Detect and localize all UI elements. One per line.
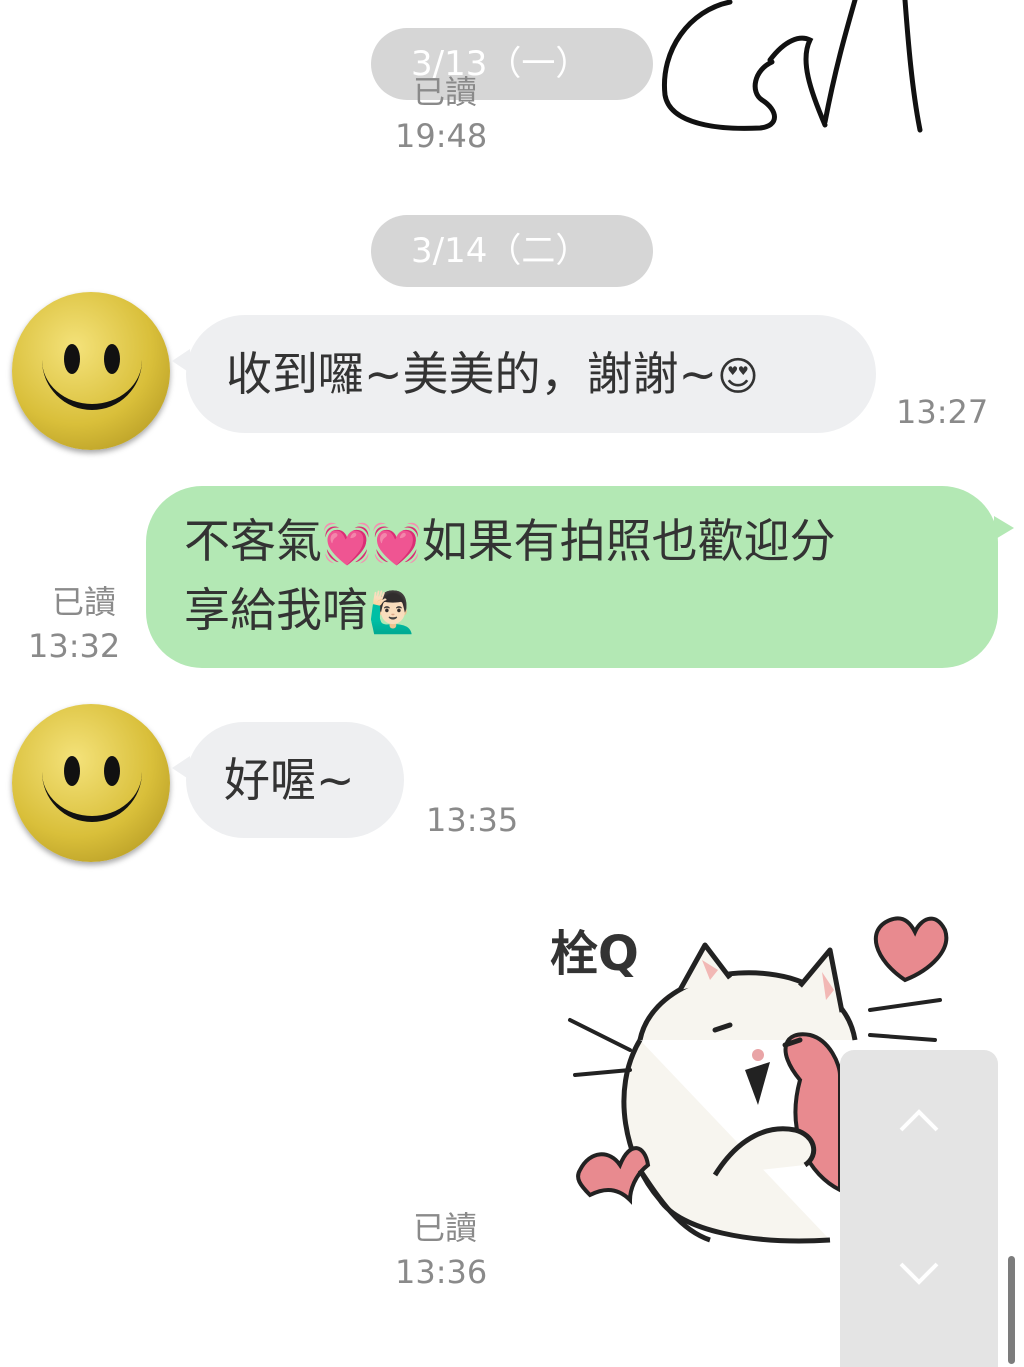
message-text: 不客氣	[184, 514, 322, 568]
timestamp: 13:32	[28, 627, 121, 665]
contact-avatar[interactable]	[12, 292, 170, 450]
heart-eyes-emoji: 😍	[717, 354, 759, 400]
message-text: 享給我唷	[184, 583, 368, 637]
timestamp: 13:35	[426, 801, 519, 839]
message-meta: 已讀 13:36	[395, 1206, 487, 1294]
scroll-control-panel	[840, 1050, 998, 1367]
chevron-up-icon	[899, 1109, 939, 1132]
message-line: 享給我唷🙋🏻‍♂️	[184, 577, 998, 646]
timestamp: 13:27	[896, 393, 989, 431]
read-receipt: 已讀	[51, 583, 116, 621]
scroll-up-button[interactable]	[840, 1050, 998, 1190]
raising-hand-emoji: 🙋🏻‍♂️	[368, 590, 418, 636]
heart-emoji: 💓	[371, 521, 422, 567]
heart-emoji: 💓	[322, 521, 372, 567]
scrollbar-thumb[interactable]	[1008, 1256, 1015, 1364]
chevron-down-icon	[899, 1262, 939, 1285]
message-line: 不客氣💓💓如果有拍照也歡迎分	[184, 508, 998, 577]
contact-avatar[interactable]	[12, 704, 170, 862]
read-receipt: 已讀	[413, 1209, 478, 1247]
scroll-down-button[interactable]	[840, 1210, 998, 1350]
timestamp: 13:36	[395, 1253, 488, 1291]
previous-sticker-fragment	[661, 0, 923, 133]
message-text: 好喔~	[224, 753, 355, 807]
outgoing-message-bubble[interactable]: 不客氣💓💓如果有拍照也歡迎分 享給我唷🙋🏻‍♂️	[146, 486, 1014, 668]
message-text: 如果有拍照也歡迎分	[421, 514, 836, 568]
avatar-mouth	[42, 342, 142, 410]
incoming-message-bubble[interactable]: 好喔~	[172, 722, 404, 838]
sticker-text: 栓Q	[550, 926, 639, 982]
date-separator: 3/14（二）	[371, 215, 653, 287]
message-text: 收到囉~美美的，謝謝~	[226, 347, 718, 401]
message-meta: 已讀 19:48	[395, 70, 487, 158]
message-meta: 已讀 13:32	[28, 580, 120, 668]
timestamp: 19:48	[395, 117, 488, 155]
avatar-mouth	[42, 754, 142, 822]
incoming-message-bubble[interactable]: 收到囉~美美的，謝謝~😍	[172, 315, 876, 433]
read-receipt: 已讀	[413, 73, 478, 111]
